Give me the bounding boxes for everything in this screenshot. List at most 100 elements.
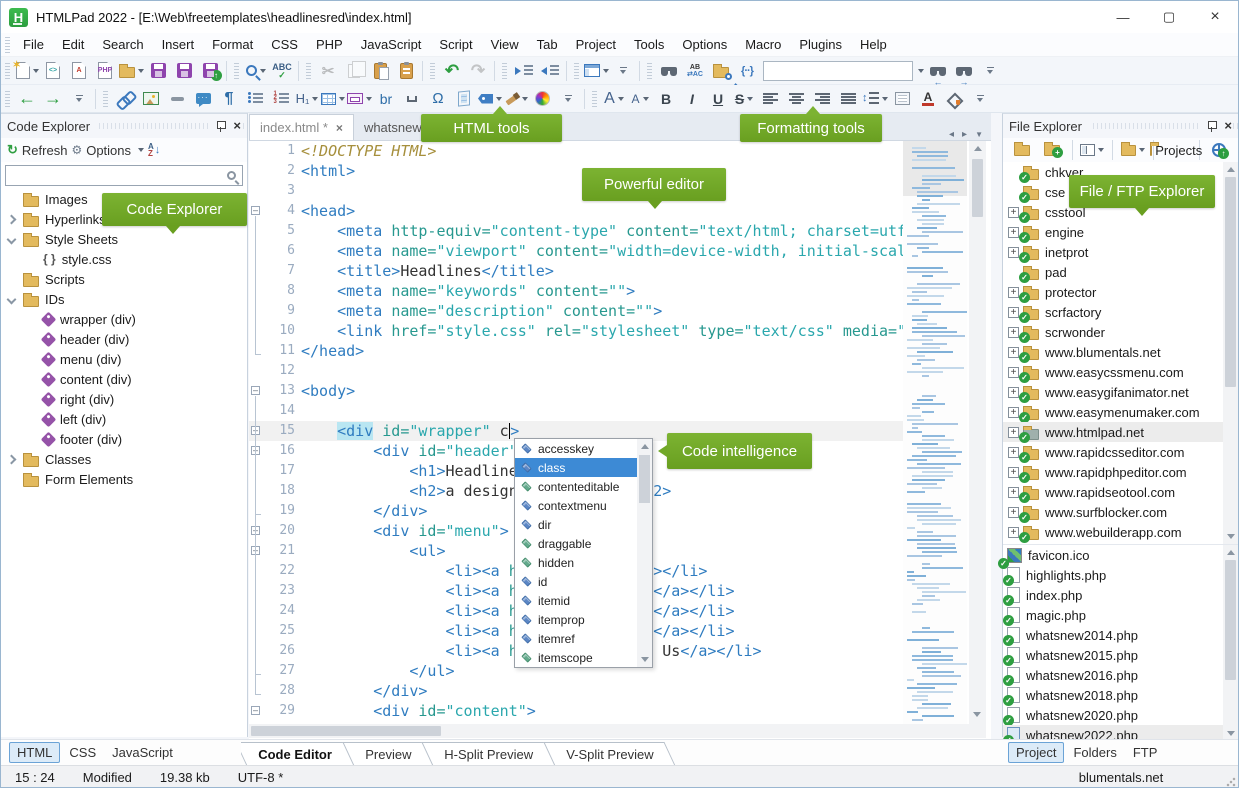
quick-find-button[interactable] <box>244 59 268 83</box>
folder-item-www-htmlpad-net[interactable]: +✓www.htmlpad.net <box>1003 422 1238 442</box>
nav-overflow-button[interactable] <box>67 87 91 111</box>
tree-item-ids[interactable]: IDs <box>1 289 247 309</box>
expand-plus-icon[interactable]: + <box>1008 467 1019 478</box>
code-line-29[interactable]: 29 <div id="content"> <box>249 701 903 721</box>
folder-item-protector[interactable]: +✓protector <box>1003 282 1238 302</box>
autocomplete-item-contextmenu[interactable]: contextmenu <box>515 496 637 515</box>
scroll-up-icon[interactable] <box>1227 550 1235 555</box>
indent-button[interactable] <box>512 59 536 83</box>
close-tab-icon[interactable]: × <box>336 121 343 135</box>
italic-button[interactable]: I <box>680 87 704 111</box>
chevron-down-icon[interactable] <box>7 235 17 245</box>
file-item-whatsnew2016-php[interactable]: ✓whatsnew2016.php <box>1003 665 1238 685</box>
save-upload-button[interactable]: ↑ <box>198 59 222 83</box>
expand-plus-icon[interactable]: + <box>1008 367 1019 378</box>
script-button[interactable] <box>452 87 476 111</box>
autocomplete-item-itemprop[interactable]: itemprop <box>515 610 637 629</box>
bold-button[interactable]: B <box>654 87 678 111</box>
expand-plus-icon[interactable]: + <box>1008 407 1019 418</box>
file-type-tab-css[interactable]: CSS <box>62 743 103 762</box>
new-folder-button[interactable]: + <box>1040 138 1064 162</box>
chevron-right-icon[interactable] <box>7 454 17 464</box>
code-line-2[interactable]: 2<html> <box>249 161 903 181</box>
folder-item-www-blumentals-net[interactable]: +✓www.blumentals.net <box>1003 342 1238 362</box>
folder-item-scrfactory[interactable]: +✓scrfactory <box>1003 302 1238 322</box>
maximize-button[interactable]: ▢ <box>1146 1 1192 33</box>
cut-button[interactable]: ✂ <box>316 59 340 83</box>
tab-next-icon[interactable]: ▸ <box>962 129 967 140</box>
folder-item-www-rapidphpeditor-com[interactable]: +✓www.rapidphpeditor.com <box>1003 462 1238 482</box>
resize-grip[interactable] <box>1226 777 1236 787</box>
close-button[interactable]: × <box>1192 1 1238 33</box>
strikethrough-button[interactable]: S <box>732 87 756 111</box>
code-line-10[interactable]: 10 <link href="style.css" rel="styleshee… <box>249 321 903 341</box>
menu-item-format[interactable]: Format <box>203 33 262 57</box>
clipboard-history-button[interactable] <box>394 59 418 83</box>
expand-plus-icon[interactable]: + <box>1008 307 1019 318</box>
code-snippet-button[interactable]: {··} <box>735 59 759 83</box>
code-line-12[interactable]: 12 <box>249 361 903 381</box>
hscroll-thumb[interactable] <box>251 726 441 736</box>
find-in-files-button[interactable] <box>709 59 733 83</box>
popup-scroll-down-icon[interactable] <box>641 657 649 662</box>
projects-button[interactable]: Projects <box>1161 138 1190 162</box>
refresh-icon[interactable]: ↻ <box>7 142 18 158</box>
save-button[interactable] <box>146 59 170 83</box>
options-dropdown-icon[interactable] <box>138 148 144 152</box>
expand-plus-icon[interactable]: + <box>1008 447 1019 458</box>
chevron-down-icon[interactable] <box>7 295 17 305</box>
file-item-whatsnew2015-php[interactable]: ✓whatsnew2015.php <box>1003 645 1238 665</box>
panel-tab-folders[interactable]: Folders <box>1066 743 1123 762</box>
fold-marker[interactable]: – <box>251 386 260 395</box>
line-break-button[interactable]: br <box>374 87 398 111</box>
save-all-button[interactable] <box>172 59 196 83</box>
numbered-list-button[interactable]: 123 <box>269 87 293 111</box>
file-item-favicon-ico[interactable]: ✓favicon.ico <box>1003 545 1238 565</box>
options-label[interactable]: Options <box>86 143 131 158</box>
editor-horizontal-scrollbar[interactable] <box>249 724 986 738</box>
code-line-28[interactable]: 28 </div> <box>249 681 903 701</box>
forward-button[interactable]: → <box>41 87 65 111</box>
menu-item-css[interactable]: CSS <box>262 33 307 57</box>
heading-button[interactable]: H₁ <box>295 87 319 111</box>
search-combobox[interactable] <box>761 59 924 83</box>
folder-item-engine[interactable]: +✓engine <box>1003 222 1238 242</box>
expand-plus-icon[interactable]: + <box>1008 207 1019 218</box>
code-line-5[interactable]: 5 <meta http-equiv="content-type" conten… <box>249 221 903 241</box>
file-item-whatsnew2018-php[interactable]: ✓whatsnew2018.php <box>1003 685 1238 705</box>
menu-item-edit[interactable]: Edit <box>53 33 93 57</box>
highlight-color-button[interactable] <box>942 87 966 111</box>
panel-tab-ftp[interactable]: FTP <box>1126 743 1165 762</box>
tab-list-icon[interactable]: ▼ <box>975 130 983 139</box>
new-html-document-button[interactable]: <> <box>41 59 65 83</box>
code-line-4[interactable]: 4<head> <box>249 201 903 221</box>
folder-item-pad[interactable]: ✓pad <box>1003 262 1238 282</box>
new-css-document-button[interactable]: A <box>67 59 91 83</box>
menu-item-php[interactable]: PHP <box>307 33 352 57</box>
nbsp-button[interactable] <box>400 87 424 111</box>
tree-item-style-css[interactable]: { }style.css <box>1 249 247 269</box>
close-panel-icon[interactable]: × <box>1224 121 1232 131</box>
code-line-14[interactable]: 14 <box>249 401 903 421</box>
folder-item-www-easygifanimator-net[interactable]: +✓www.easygifanimator.net <box>1003 382 1238 402</box>
table-button[interactable] <box>321 87 345 111</box>
hyperlink-button[interactable] <box>113 87 137 111</box>
folder-item-www-easymenumaker-com[interactable]: +✓www.easymenumaker.com <box>1003 402 1238 422</box>
view-tab-preview[interactable]: Preview <box>342 742 433 766</box>
special-char-button[interactable]: Ω <box>426 87 450 111</box>
folder-item-www-surfblocker-com[interactable]: +✓www.surfblocker.com <box>1003 502 1238 522</box>
tree-item-menu-div-[interactable]: menu (div) <box>1 349 247 369</box>
spell-check-button[interactable]: ABC✓ <box>270 59 294 83</box>
find-previous-button[interactable]: ← <box>926 59 950 83</box>
scroll-up-icon[interactable] <box>1227 167 1235 172</box>
undo-button[interactable]: ↶ <box>440 59 464 83</box>
font-decrease-button[interactable]: A <box>628 87 652 111</box>
code-line-3[interactable]: 3 <box>249 181 903 201</box>
find-overflow-button[interactable] <box>978 59 1002 83</box>
panel-tab-project[interactable]: Project <box>1008 742 1064 763</box>
align-left-button[interactable] <box>758 87 782 111</box>
popup-scroll-thumb[interactable] <box>639 455 650 503</box>
code-sweeper-button[interactable] <box>504 87 528 111</box>
tree-item-footer-div-[interactable]: footer (div) <box>1 429 247 449</box>
open-file-button[interactable] <box>119 59 144 83</box>
